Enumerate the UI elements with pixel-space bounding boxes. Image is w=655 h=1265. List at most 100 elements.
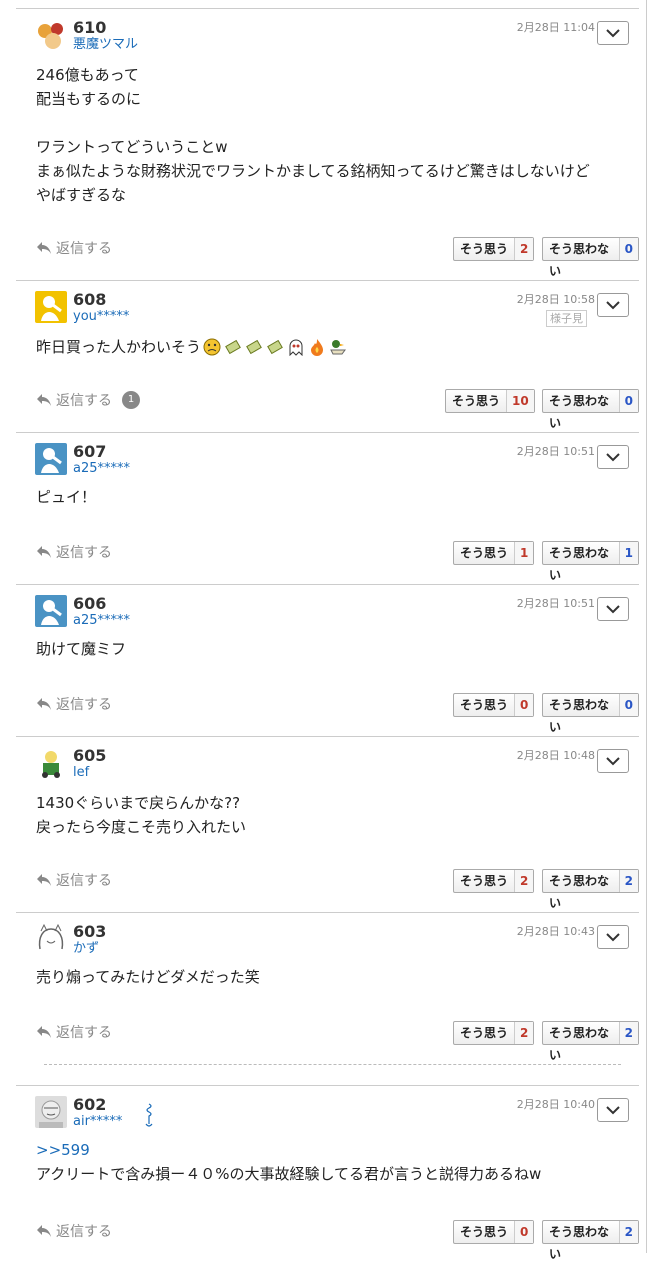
reply-button[interactable]: 返信する [36,694,112,714]
right-border [646,0,647,1253]
comment-body: >>599 アクリートで含み損ー４０%の大事故経験してる君が言うと説得力あるねw [36,1138,541,1186]
comment-line: 配当もするのに [36,90,142,108]
agree-count: 1 [514,542,534,564]
disagree-count: 0 [618,238,638,260]
username[interactable]: 悪魔ツマル [73,37,138,53]
comment-menu-button[interactable] [597,21,629,45]
avatar[interactable] [35,291,67,323]
disagree-count: 0 [618,694,638,716]
agree-label: そう思う [452,394,501,408]
disagree-button[interactable]: そう思わない 1 [542,541,639,582]
reply-label: 返信する [56,1025,112,1041]
disagree-button[interactable]: そう思わない 2 [542,869,639,910]
comment-number: 605 [73,746,107,765]
username[interactable]: かず [73,941,99,957]
comment-line: 1430ぐらいまで戻らんかな?? [36,794,241,812]
disagree-button[interactable]: そう思わない 0 [542,237,639,278]
disagree-count: 1 [618,542,638,564]
comment-602: 602 air***** 2月28日 10:40 >>599 アクリートで含み損ー… [16,1085,639,1261]
agree-button[interactable]: そう思う 0 [453,1220,535,1244]
comment-number: 602 [73,1095,107,1114]
disagree-count: 0 [618,390,638,412]
timestamp: 2月28日 10:51 [516,597,595,610]
disagree-button[interactable]: そう思わない 0 [542,389,639,430]
reply-arrow-icon [37,874,51,886]
avatar[interactable] [35,443,67,475]
comment-menu-button[interactable] [597,749,629,773]
agree-button[interactable]: そう思う 2 [453,1021,535,1045]
stance-badge: 様子見 [546,310,587,327]
timestamp: 2月28日 10:40 [516,1098,595,1111]
agree-count: 2 [514,870,534,892]
disagree-count: 2 [618,870,638,892]
reply-button[interactable]: 返信する [36,870,112,890]
reply-button[interactable]: 返信する 1 [36,390,140,410]
username[interactable]: lef [73,765,89,781]
agree-count: 2 [514,238,534,260]
comment-body: 売り煽ってみたけどダメだった笑 [36,965,260,989]
disagree-button[interactable]: そう思わない 2 [542,1220,639,1261]
reply-arrow-icon [37,546,51,558]
disagree-count: 2 [618,1221,638,1243]
agree-label: そう思う [460,874,509,888]
chevron-down-icon [606,301,620,310]
agree-button[interactable]: そう思う 2 [453,869,535,893]
reply-label: 返信する [56,697,112,713]
agree-label: そう思う [460,242,509,256]
agree-button[interactable]: そう思う 0 [453,693,535,717]
comment-line: アクリートで含み損ー４０%の大事故経験してる君が言うと説得力あるねw [36,1165,542,1183]
username[interactable]: a25***** [73,461,130,477]
money-wings-emoji-icon [267,339,283,355]
chevron-down-icon [606,1106,620,1115]
avatar[interactable] [35,595,67,627]
agree-count: 10 [506,390,534,412]
avatar[interactable] [35,747,67,779]
disagree-label: そう思わない [549,242,610,278]
comment-610: 610 悪魔ツマル 2月28日 11:04 246億もあって 配当もするのに ワラン… [16,8,639,280]
reply-label: 返信する [56,393,112,409]
emoji-row [203,338,347,356]
disagree-label: そう思わない [549,1026,610,1062]
chevron-down-icon [606,605,620,614]
disagree-label: そう思わない [549,698,610,734]
timestamp: 2月28日 10:58 [516,293,595,306]
comment-line: 昨日買った人かわいそう [36,338,202,356]
reply-arrow-icon [37,242,51,254]
agree-button[interactable]: そう思う 2 [453,237,535,261]
reply-button[interactable]: 返信する [36,238,112,258]
comment-menu-button[interactable] [597,445,629,469]
avatar[interactable] [35,19,67,51]
username[interactable]: air***** [73,1103,153,1130]
comment-body: 昨日買った人かわいそう [36,335,347,359]
comment-line: 246億もあって [36,66,139,84]
reply-button[interactable]: 返信する [36,1022,112,1042]
comment-body: 1430ぐらいまで戻らんかな?? 戻ったら今度こそ売り入れたい [36,791,246,839]
reply-arrow-icon [37,1026,51,1038]
chevron-down-icon [606,29,620,38]
comment-number: 607 [73,442,107,461]
avatar[interactable] [35,1096,67,1128]
comment-menu-button[interactable] [597,293,629,317]
chevron-down-icon [606,453,620,462]
avatar[interactable] [35,923,67,955]
comment-menu-button[interactable] [597,925,629,949]
comment-menu-button[interactable] [597,1098,629,1122]
reply-anchor-link[interactable]: >>599 [36,1138,541,1162]
agree-button[interactable]: そう思う 1 [453,541,535,565]
timestamp: 2月28日 10:48 [516,749,595,762]
username[interactable]: you***** [73,309,129,325]
reply-button[interactable]: 返信する [36,542,112,562]
disagree-button[interactable]: そう思わない 2 [542,1021,639,1062]
reply-arrow-icon [37,1225,51,1237]
username-text: air***** [73,1114,123,1129]
reply-button[interactable]: 返信する [36,1221,112,1241]
username[interactable]: a25***** [73,613,130,629]
disagree-button[interactable]: そう思わない 0 [542,693,639,734]
agree-label: そう思う [460,1026,509,1040]
comment-menu-button[interactable] [597,597,629,621]
decorative-script-icon [145,1103,153,1127]
agree-label: そう思う [460,546,509,560]
comment-606: 606 a25***** 2月28日 10:51 助けて魔ミフ 返信する そう思… [16,584,639,736]
agree-button[interactable]: そう思う 10 [445,389,535,413]
reply-arrow-icon [37,698,51,710]
